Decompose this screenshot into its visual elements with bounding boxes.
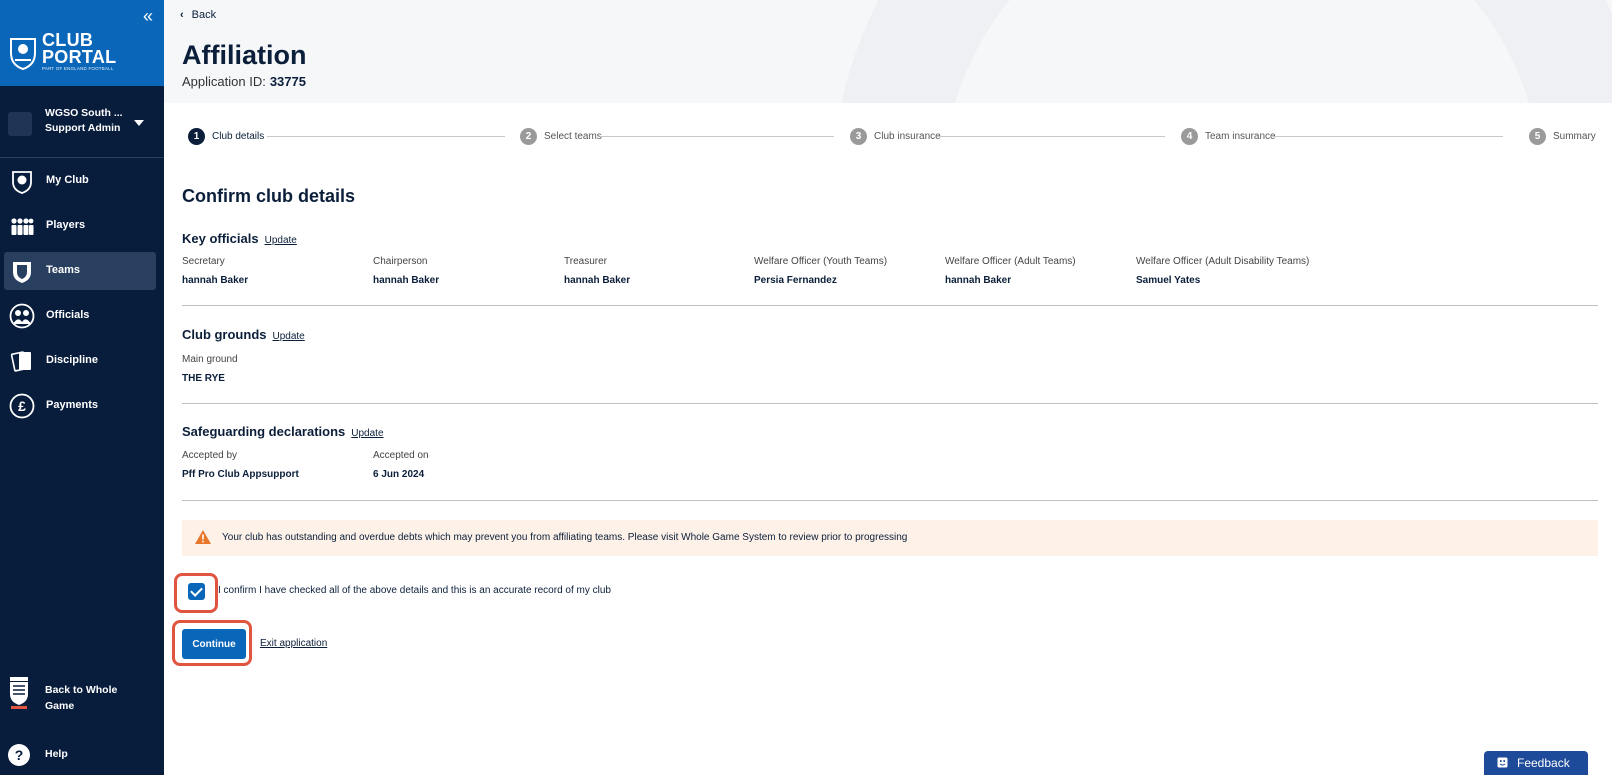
field-secretary: Secretary hannah Baker	[182, 256, 249, 286]
help-label: Help	[45, 748, 68, 760]
back-link[interactable]: ‹ Back	[180, 9, 216, 21]
players-icon	[11, 218, 34, 235]
section-title: Confirm club details	[182, 186, 356, 206]
step-connector	[267, 136, 505, 137]
field-accepted-by: Accepted by Pff Pro Club Appsupport	[182, 450, 299, 480]
key-officials-heading: Key officials Update	[182, 231, 297, 246]
sidebar-nav: My Club Players Teams Officials Discipli…	[0, 162, 164, 432]
logo-subtitle: PART OF ENGLAND FOOTBALL	[42, 66, 114, 71]
feedback-label: Feedback	[1517, 756, 1570, 770]
account-switcher[interactable]: WGSO South ... Support Admin	[0, 92, 164, 158]
step-connector	[600, 136, 834, 137]
divider	[182, 500, 1598, 501]
sidebar-item-label: Players	[46, 219, 86, 231]
main-content: ‹ Back Affiliation Application ID: 33775 1…	[164, 0, 1612, 775]
divider	[182, 305, 1598, 306]
update-club-grounds-link[interactable]: Update	[273, 331, 305, 342]
form-actions: Continue Exit application	[172, 620, 572, 668]
sidebar: « CLUB PORTAL PART OF ENGLAND FOOTBALL W…	[0, 0, 164, 775]
field-welfare-youth: Welfare Officer (Youth Teams) Persia Fern…	[754, 256, 888, 286]
divider	[182, 403, 1598, 404]
pound-icon: £	[9, 393, 35, 419]
sidebar-item-payments[interactable]: £ Payments	[4, 387, 156, 425]
sidebar-item-label: My Club	[46, 174, 89, 186]
page-title: Affiliation	[182, 40, 307, 70]
account-avatar	[8, 112, 32, 136]
sidebar-item-label: Teams	[46, 264, 81, 276]
field-main-ground: Main ground THE RYE	[182, 354, 238, 384]
application-id: Application ID: 33775	[182, 74, 306, 89]
sidebar-item-label: Officials	[46, 309, 90, 321]
brand-area: « CLUB PORTAL PART OF ENGLAND FOOTBALL	[0, 0, 164, 86]
field-accepted-on: Accepted on 6 Jun 2024	[373, 450, 429, 480]
sidebar-item-my-club[interactable]: My Club	[4, 162, 156, 200]
officials-icon	[9, 303, 35, 329]
warning-text: Your club has outstanding and overdue de…	[222, 532, 908, 543]
help-link[interactable]: ? Help	[0, 742, 164, 768]
club-grounds-heading: Club grounds Update	[182, 327, 305, 342]
discipline-cards-icon	[10, 351, 31, 372]
field-welfare-disability: Welfare Officer (Adult Disability Teams)…	[1136, 256, 1310, 286]
field-treasurer: Treasurer hannah Baker	[564, 256, 631, 286]
update-safeguarding-link[interactable]: Update	[351, 428, 383, 439]
confirm-checkbox-label: I confirm I have checked all of the abov…	[218, 585, 611, 596]
continue-button[interactable]: Continue	[182, 629, 246, 659]
step-connector	[1271, 136, 1503, 137]
help-question-icon: ?	[8, 744, 30, 766]
club-portal-logo-icon	[10, 38, 36, 71]
page-header: ‹ Back Affiliation Application ID: 33775	[164, 0, 1612, 103]
teams-shield-icon	[13, 262, 31, 283]
confirm-checkbox[interactable]	[188, 583, 205, 600]
account-name: WGSO South ...	[45, 107, 123, 119]
sidebar-item-officials[interactable]: Officials	[4, 297, 156, 335]
sidebar-item-discipline[interactable]: Discipline	[4, 342, 156, 380]
header-decoration	[832, 0, 1612, 103]
field-welfare-adult: Welfare Officer (Adult Teams) hannah Bake…	[945, 256, 1076, 286]
account-role: Support Admin	[45, 122, 121, 134]
debt-warning-banner: Your club has outstanding and overdue de…	[182, 520, 1598, 556]
progress-stepper: 1 Club details 2 Select teams 3 Club insura…	[164, 126, 1612, 148]
update-key-officials-link[interactable]: Update	[265, 235, 297, 246]
chevron-left-icon: ‹	[180, 9, 184, 21]
exit-application-link[interactable]: Exit application	[260, 638, 327, 649]
svg-text:£: £	[18, 398, 26, 414]
sidebar-item-players[interactable]: Players	[4, 207, 156, 245]
safeguarding-heading: Safeguarding declarations Update	[182, 424, 384, 439]
confirm-row: I confirm I have checked all of the abov…	[174, 573, 674, 613]
logo-text: CLUB PORTAL	[42, 30, 117, 67]
back-to-whole-game-link[interactable]: Back to Whole Game	[0, 672, 164, 712]
field-chairperson: Chairperson hannah Baker	[373, 256, 440, 286]
sidebar-item-label: Payments	[46, 399, 98, 411]
club-badge-icon	[12, 171, 32, 194]
sidebar-item-teams[interactable]: Teams	[4, 252, 156, 290]
collapse-sidebar-icon[interactable]: «	[143, 6, 153, 27]
feedback-icon	[1497, 757, 1508, 768]
step-connector	[937, 136, 1165, 137]
feedback-button[interactable]: Feedback	[1484, 751, 1588, 775]
back-to-whole-game-label: Back to Whole Game	[45, 684, 118, 712]
chevron-down-icon	[134, 120, 144, 126]
warning-triangle-icon	[195, 530, 211, 544]
sidebar-item-label: Discipline	[46, 354, 98, 366]
fa-crest-icon	[10, 677, 28, 709]
